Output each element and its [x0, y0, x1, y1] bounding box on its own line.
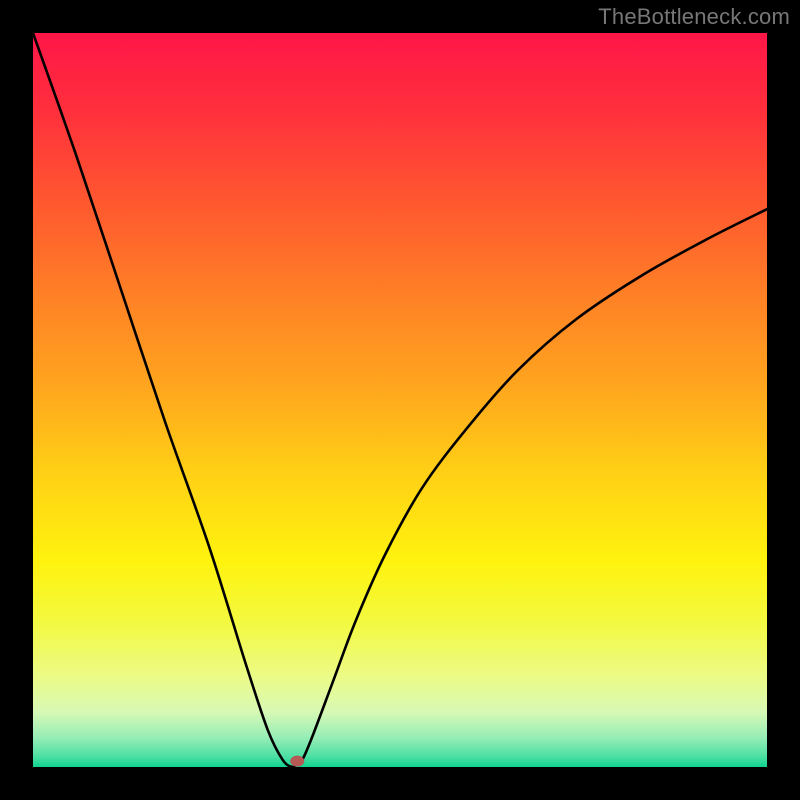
- optimum-marker: [290, 756, 304, 767]
- plot-inner: [33, 33, 767, 767]
- bottleneck-curve: [33, 33, 767, 767]
- attribution-label: TheBottleneck.com: [598, 4, 790, 30]
- chart-root: TheBottleneck.com: [0, 0, 800, 800]
- plot-frame: [33, 33, 767, 767]
